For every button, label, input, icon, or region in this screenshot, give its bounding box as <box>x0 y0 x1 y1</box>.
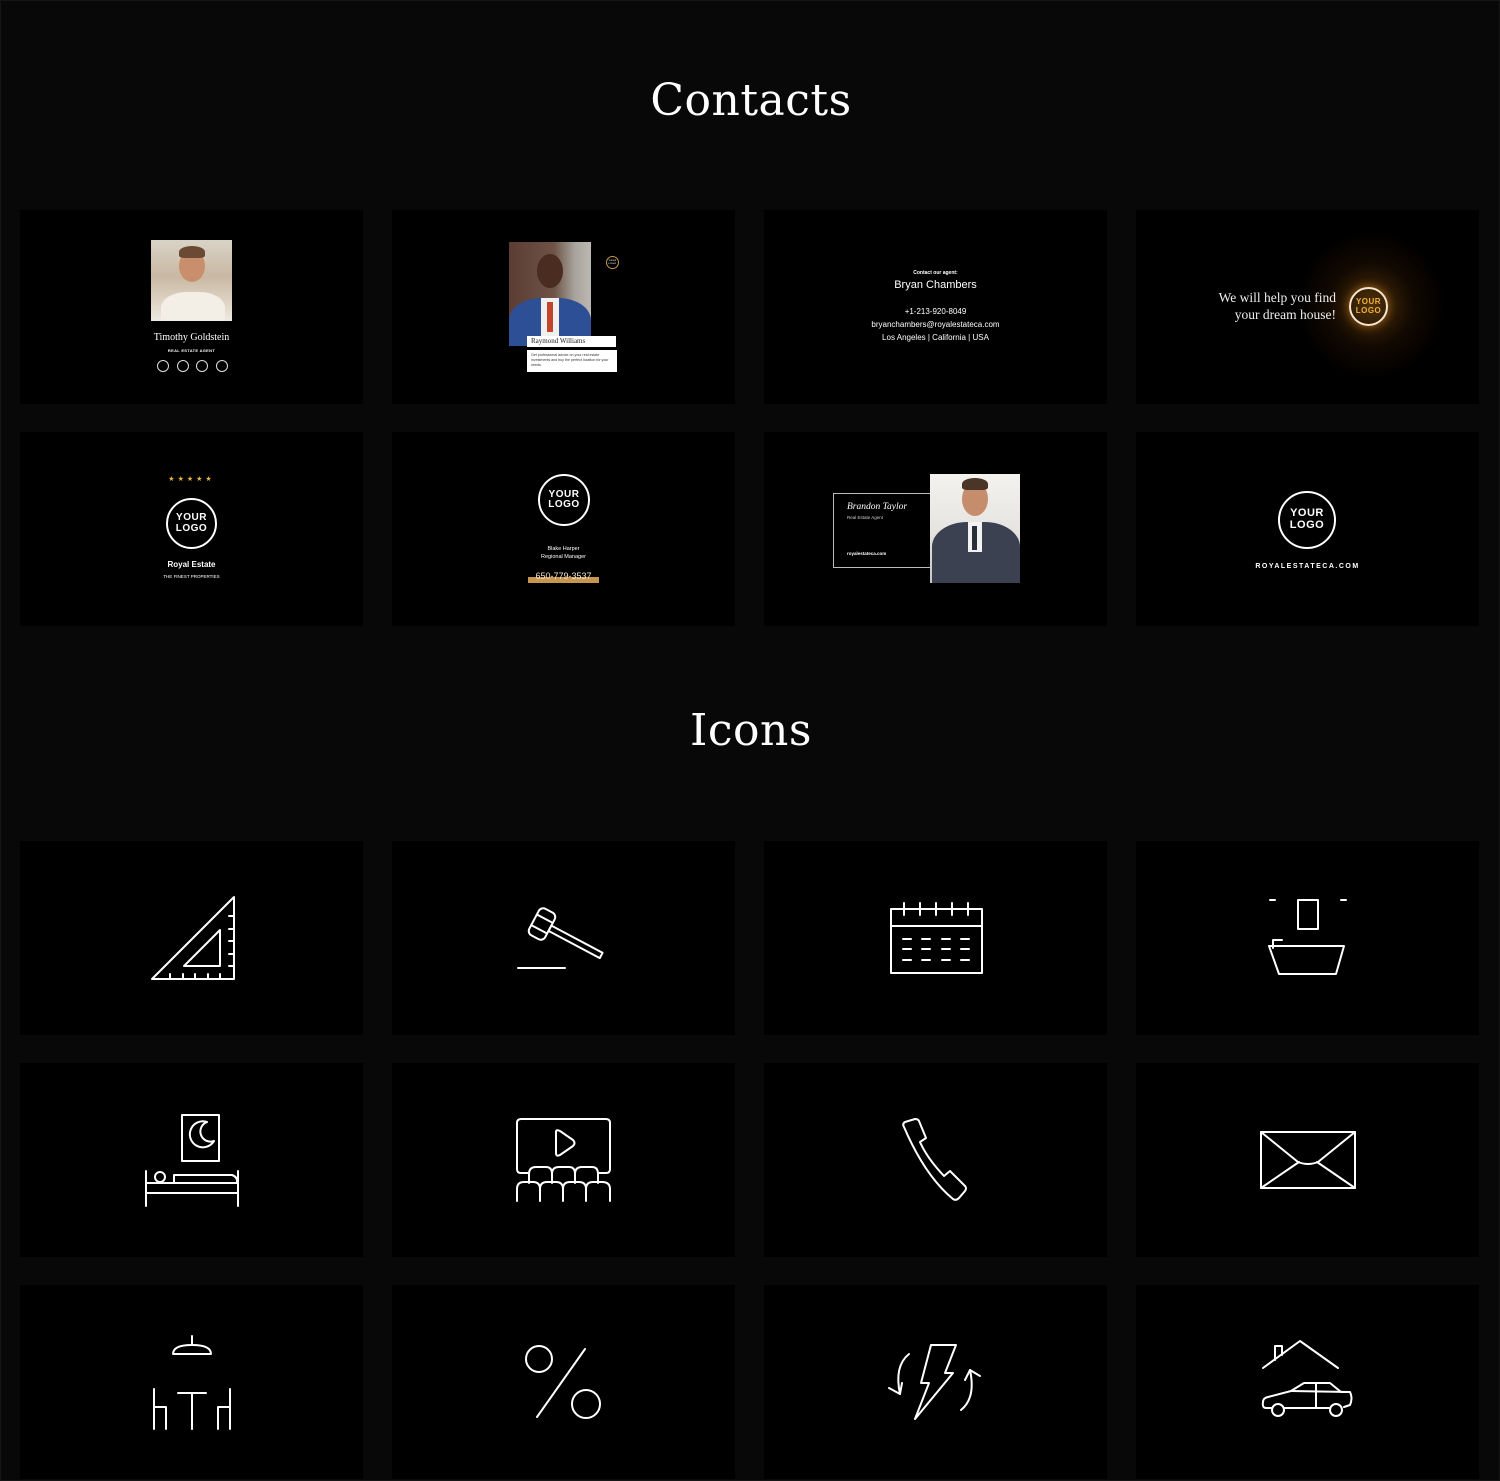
bedroom-icon <box>144 1114 239 1207</box>
agent-email[interactable]: bryanchambers@royalestateca.com <box>764 320 1107 329</box>
logo-badge: YOUR LOGO <box>1349 287 1388 326</box>
icon-card-bathtub[interactable] <box>1136 841 1479 1035</box>
logo-badge: YOUR LOGO <box>606 256 619 269</box>
percent-icon <box>524 1345 601 1419</box>
agent-name: Blake Harper <box>547 546 580 552</box>
gavel-icon <box>516 907 604 969</box>
icon-card-envelope[interactable] <box>1136 1063 1479 1257</box>
contact-card-raymond-williams[interactable]: YOUR LOGO Raymond Williams Get professio… <box>392 210 735 404</box>
icon-card-energy[interactable] <box>764 1285 1107 1479</box>
contact-card-timothy-goldstein[interactable]: Timothy Goldstein REAL ESTATE AGENT <box>20 210 363 404</box>
contact-card-bryan-chambers[interactable]: Contact our agent: Bryan Chambers +1-213… <box>764 210 1107 404</box>
icons-section-title: Icons <box>690 705 812 756</box>
contact-card-royal-estate[interactable]: ★★★★★ YOUR LOGO Royal Estate THE FINEST P… <box>20 432 363 626</box>
icon-card-gavel[interactable] <box>392 841 735 1035</box>
agent-role: Regional Manager <box>541 554 586 560</box>
agent-phone[interactable]: 650-779-3537 <box>392 571 735 581</box>
company-name: Royal Estate <box>167 560 216 569</box>
calendar-icon <box>889 902 983 974</box>
tagline-line-2: your dream house! <box>1234 307 1336 322</box>
logo-text-line-2: LOGO <box>548 499 580 510</box>
contact-card-blake-harper[interactable]: YOUR LOGO Blake Harper Regional Manager 6… <box>392 432 735 626</box>
agent-photo <box>930 474 1020 583</box>
envelope-icon <box>1259 1131 1356 1189</box>
set-square-icon <box>150 896 235 980</box>
icon-card-cinema[interactable] <box>392 1063 735 1257</box>
agent-location: Los Angeles | California | USA <box>882 333 989 342</box>
logo-text-line-1: YOUR <box>176 512 207 523</box>
logo-badge: YOUR LOGO <box>166 498 217 549</box>
agent-phone[interactable]: +1-213-920-8049 <box>764 307 1107 316</box>
agent-name: Bryan Chambers <box>894 279 977 291</box>
agent-name: Raymond Williams <box>527 336 616 347</box>
icon-card-phone[interactable] <box>764 1063 1107 1257</box>
tagline-line-1: We will help you find <box>1218 290 1336 305</box>
social-icon[interactable] <box>216 360 228 372</box>
agent-name: Brandon Taylor <box>847 502 908 512</box>
agent-description: Get professional advice on your real est… <box>527 350 617 372</box>
agent-name: Timothy Goldstein <box>153 332 230 343</box>
logo-badge: YOUR LOGO <box>538 474 590 526</box>
icon-card-bedroom[interactable] <box>20 1063 363 1257</box>
company-website[interactable]: ROYALESTATECA.COM <box>1136 563 1479 570</box>
contact-card-dream-house[interactable]: We will help you find your dream house! … <box>1136 210 1479 404</box>
social-icon[interactable] <box>177 360 189 372</box>
garage-icon <box>1261 1340 1352 1417</box>
phone-icon <box>901 1118 967 1201</box>
logo-text-line-2: LOGO <box>1355 305 1382 315</box>
agent-role: REAL ESTATE AGENT <box>167 348 216 353</box>
icons-grid <box>20 841 1479 1479</box>
bathtub-icon <box>1267 899 1347 975</box>
contacts-section-title: Contacts <box>650 75 852 126</box>
logo-badge: YOUR LOGO <box>1278 491 1336 549</box>
social-icon[interactable] <box>157 360 169 372</box>
energy-icon <box>887 1344 981 1420</box>
company-slogan: THE FINEST PROPERTIES <box>163 574 220 579</box>
icon-card-dining[interactable] <box>20 1285 363 1479</box>
contacts-grid: Timothy Goldstein REAL ESTATE AGENT YOUR… <box>20 210 1479 626</box>
contact-card-brandon-taylor[interactable]: Brandon Taylor Real Estate Agent royales… <box>764 432 1107 626</box>
contact-card-logo-website[interactable]: YOUR LOGO ROYALESTATECA.COM <box>1136 432 1479 626</box>
agent-website[interactable]: royalestateca.com <box>847 551 886 556</box>
social-icon[interactable] <box>196 360 208 372</box>
logo-text-line-2: LOGO <box>1289 519 1325 531</box>
contact-eyebrow: Contact our agent: <box>913 270 958 276</box>
icon-card-calendar[interactable] <box>764 841 1107 1035</box>
icon-card-set-square[interactable] <box>20 841 363 1035</box>
star-rating: ★★★★★ <box>168 476 215 483</box>
logo-text-line-2: LOGO <box>175 522 208 534</box>
tagline: We will help you find your dream house! <box>1176 289 1336 323</box>
agent-photo <box>151 240 232 321</box>
agent-role: Real Estate Agent <box>847 515 884 520</box>
icon-card-garage[interactable] <box>1136 1285 1479 1479</box>
agent-photo <box>509 242 591 346</box>
cinema-icon <box>515 1118 611 1202</box>
icon-card-percent[interactable] <box>392 1285 735 1479</box>
agent-name-text: Raymond Williams <box>531 337 586 345</box>
dining-icon <box>152 1335 231 1430</box>
